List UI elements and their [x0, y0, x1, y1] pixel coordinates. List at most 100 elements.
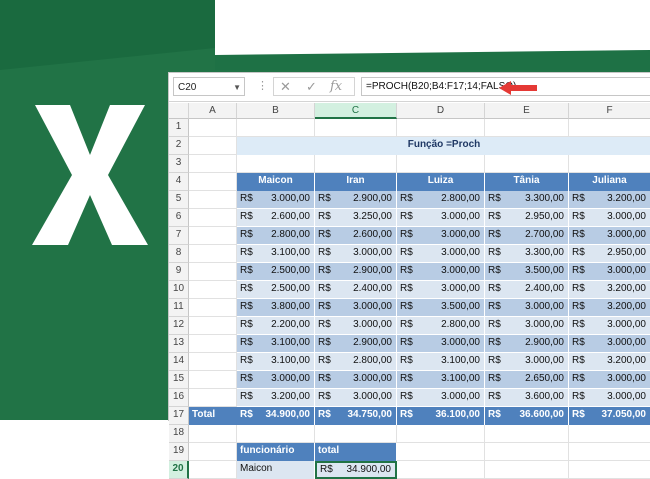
grid-cell[interactable] [189, 263, 237, 281]
value-cell[interactable]: R$ 2.800,00 [397, 191, 485, 209]
value-cell[interactable]: R$ 3.200,00 [569, 281, 650, 299]
value-cell[interactable]: R$ 3.000,00 [485, 317, 569, 335]
value-cell[interactable]: R$ 2.400,00 [485, 281, 569, 299]
column-header-a[interactable]: A [189, 103, 237, 119]
grid-cell[interactable] [189, 443, 237, 461]
x-icon[interactable]: ✕ [280, 79, 291, 95]
select-all-corner[interactable] [169, 103, 189, 119]
total-cell[interactable]: R$ 36.600,00 [485, 407, 569, 425]
value-cell[interactable]: R$ 3.000,00 [569, 209, 650, 227]
value-cell[interactable]: R$ 3.000,00 [315, 299, 397, 317]
value-cell[interactable]: R$ 3.200,00 [237, 389, 315, 407]
value-cell[interactable]: R$ 3.000,00 [569, 263, 650, 281]
grid-cell[interactable] [189, 425, 237, 443]
value-cell[interactable]: R$ 3.000,00 [569, 335, 650, 353]
value-cell[interactable]: R$ 3.000,00 [397, 389, 485, 407]
value-cell[interactable]: R$ 2.700,00 [485, 227, 569, 245]
value-cell[interactable]: R$ 3.800,00 [237, 299, 315, 317]
value-cell[interactable]: R$ 3.000,00 [397, 335, 485, 353]
grid-cell[interactable] [397, 155, 485, 173]
row-header-8[interactable]: 8 [169, 245, 189, 263]
value-cell[interactable]: R$ 3.000,00 [569, 227, 650, 245]
total-cell[interactable]: R$ 34.900,00 [237, 407, 315, 425]
value-cell[interactable]: R$ 3.100,00 [237, 353, 315, 371]
value-cell[interactable]: R$ 3.100,00 [237, 245, 315, 263]
value-cell[interactable]: R$ 3.000,00 [397, 281, 485, 299]
row-header-12[interactable]: 12 [169, 317, 189, 335]
value-cell[interactable]: R$ 2.900,00 [485, 335, 569, 353]
value-cell[interactable]: R$ 3.000,00 [397, 209, 485, 227]
column-header-f[interactable]: F [569, 103, 650, 119]
value-cell[interactable]: R$ 3.000,00 [315, 317, 397, 335]
row-header-9[interactable]: 9 [169, 263, 189, 281]
value-cell[interactable]: R$ 2.950,00 [485, 209, 569, 227]
name-box[interactable]: C20 ▼ [173, 77, 245, 96]
value-cell[interactable]: R$ 2.500,00 [237, 281, 315, 299]
value-cell[interactable]: R$ 3.500,00 [397, 299, 485, 317]
grid-cell[interactable] [189, 119, 237, 137]
value-cell[interactable]: R$ 2.800,00 [237, 227, 315, 245]
grid-cell[interactable] [485, 461, 569, 479]
value-cell[interactable]: R$ 3.000,00 [397, 263, 485, 281]
grid-cell[interactable] [189, 389, 237, 407]
value-cell[interactable]: R$ 2.800,00 [315, 353, 397, 371]
grid-cell[interactable] [189, 353, 237, 371]
value-cell[interactable]: R$ 3.000,00 [569, 389, 650, 407]
value-cell[interactable]: R$ 3.000,00 [397, 227, 485, 245]
value-cell[interactable]: R$ 3.500,00 [485, 263, 569, 281]
value-cell[interactable]: R$ 3.000,00 [397, 245, 485, 263]
value-cell[interactable]: R$ 3.000,00 [569, 317, 650, 335]
value-cell[interactable]: R$ 3.100,00 [237, 335, 315, 353]
row-header-17[interactable]: 17 [169, 407, 189, 425]
row-header-5[interactable]: 5 [169, 191, 189, 209]
row-header-3[interactable]: 3 [169, 155, 189, 173]
grid-cell[interactable] [569, 443, 650, 461]
value-cell[interactable]: R$ 3.200,00 [569, 191, 650, 209]
column-header-d[interactable]: D [397, 103, 485, 119]
grid-cell[interactable] [237, 119, 315, 137]
grid-cell[interactable] [485, 119, 569, 137]
column-header-e[interactable]: E [485, 103, 569, 119]
row-header-4[interactable]: 4 [169, 173, 189, 191]
grid-cell[interactable] [485, 443, 569, 461]
grid-cell[interactable] [397, 425, 485, 443]
row-header-10[interactable]: 10 [169, 281, 189, 299]
grid-cell[interactable] [189, 245, 237, 263]
check-icon[interactable]: ✓ [306, 79, 317, 95]
grid-cell[interactable] [485, 425, 569, 443]
grid-cell[interactable] [189, 209, 237, 227]
row-header-6[interactable]: 6 [169, 209, 189, 227]
value-cell[interactable]: R$ 2.650,00 [485, 371, 569, 389]
total-cell[interactable]: R$ 36.100,00 [397, 407, 485, 425]
row-header-18[interactable]: 18 [169, 425, 189, 443]
row-header-19[interactable]: 19 [169, 443, 189, 461]
row-header-16[interactable]: 16 [169, 389, 189, 407]
value-cell[interactable]: R$ 2.900,00 [315, 191, 397, 209]
total-cell[interactable]: R$ 37.050,00 [569, 407, 650, 425]
grid-cell[interactable] [189, 137, 237, 155]
grid-cell[interactable] [397, 119, 485, 137]
grid-cell[interactable] [189, 335, 237, 353]
value-cell[interactable]: R$ 3.000,00 [315, 245, 397, 263]
chevron-down-icon[interactable]: ▼ [233, 78, 241, 97]
value-cell[interactable]: R$ 3.000,00 [315, 389, 397, 407]
result-name-cell[interactable]: Maicon [237, 461, 315, 479]
grid-cell[interactable] [315, 119, 397, 137]
grid-cell[interactable] [397, 443, 485, 461]
grid-cell[interactable] [189, 227, 237, 245]
total-cell[interactable]: R$ 34.750,00 [315, 407, 397, 425]
row-header-20[interactable]: 20 [169, 461, 189, 479]
grid-cell[interactable] [569, 425, 650, 443]
grid-cell[interactable] [315, 425, 397, 443]
value-cell[interactable]: R$ 2.500,00 [237, 263, 315, 281]
column-header-b[interactable]: B [237, 103, 315, 119]
grid-cell[interactable] [189, 281, 237, 299]
value-cell[interactable]: R$ 2.950,00 [569, 245, 650, 263]
grid-cell[interactable] [569, 119, 650, 137]
value-cell[interactable]: R$ 3.600,00 [485, 389, 569, 407]
value-cell[interactable]: R$ 3.300,00 [485, 191, 569, 209]
grid-cell[interactable] [189, 191, 237, 209]
row-header-2[interactable]: 2 [169, 137, 189, 155]
grid-cell[interactable] [189, 371, 237, 389]
value-cell[interactable]: R$ 2.900,00 [315, 335, 397, 353]
